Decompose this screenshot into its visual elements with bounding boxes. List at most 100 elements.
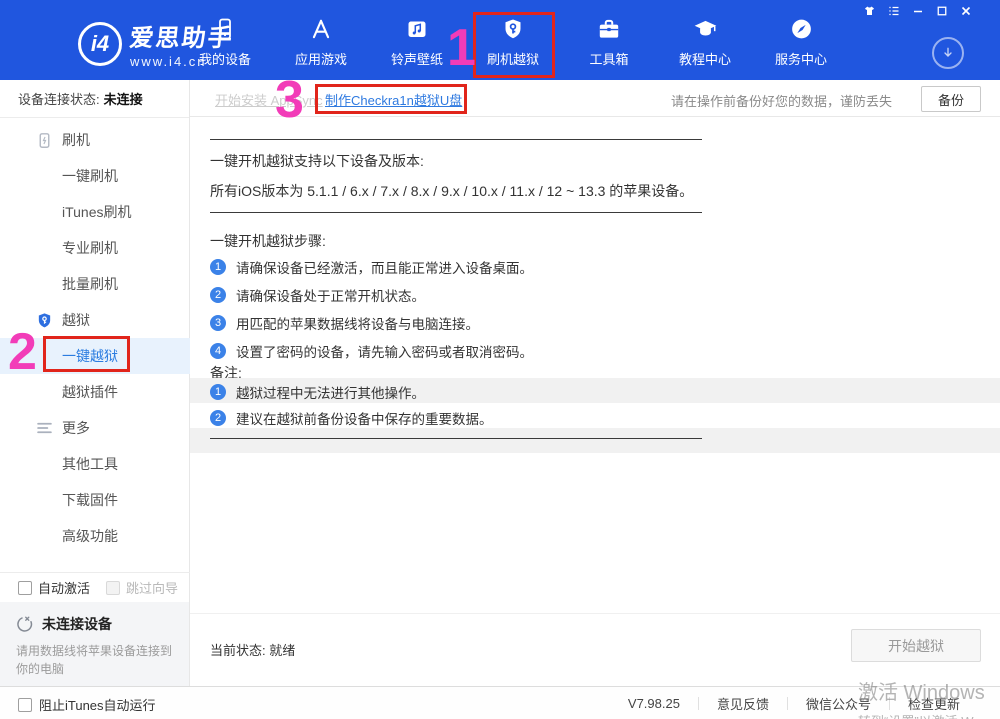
note-text: 建议在越狱前备份设备中保存的重要数据。 <box>236 408 493 428</box>
step-row: 2 请确保设备处于正常开机状态。 <box>210 285 425 305</box>
sidebar-item-label: 批量刷机 <box>62 274 118 294</box>
note-number-badge: 1 <box>210 384 226 400</box>
ringtone-icon <box>405 14 429 44</box>
step-text: 用匹配的苹果数据线将设备与电脑连接。 <box>236 313 479 333</box>
theme-skin-icon[interactable] <box>861 3 878 18</box>
note-text: 越狱过程中无法进行其他操作。 <box>236 382 425 402</box>
sidebar-item-one-click-jailbreak[interactable]: 一键越狱 <box>0 338 190 374</box>
step-text: 请确保设备已经激活，而且能正常进入设备桌面。 <box>236 257 533 277</box>
sidebar-item-other-tools[interactable]: 其他工具 <box>0 446 190 482</box>
version-text: V7.98.25 <box>628 696 680 711</box>
check-update-link[interactable]: 检查更新 <box>908 694 960 713</box>
content-tabbar: 开始安装 AppSync 制作Checkra1n越狱U盘 请在操作前备份好您的数… <box>190 80 1000 117</box>
header-bar: i4 爱思助手 www.i4.cn 我的设备 应用游戏 <box>0 0 1000 80</box>
nav-label: 应用游戏 <box>295 49 347 68</box>
auto-activate-label: 自动激活 <box>38 578 90 597</box>
start-jailbreak-button[interactable]: 开始越狱 <box>851 629 981 662</box>
sidebar-item-label: 一键刷机 <box>62 166 118 186</box>
current-status-label: 当前状态: <box>210 643 266 658</box>
support-detail: 所有iOS版本为 5.1.1 / 6.x / 7.x / 8.x / 9.x /… <box>210 181 693 201</box>
device-panel: 未连接设备 请用数据线将苹果设备连接到你的电脑 <box>0 602 189 686</box>
nav-label: 工具箱 <box>589 49 628 68</box>
divider-line <box>210 139 702 140</box>
tab-install-appsync[interactable]: 开始安装 AppSync <box>215 90 323 109</box>
sidebar-item-label: 下载固件 <box>62 490 118 510</box>
sidebar-item-itunes-flash[interactable]: iTunes刷机 <box>0 194 190 230</box>
toolbox-icon <box>596 14 622 44</box>
nav-tab-flash-jailbreak[interactable]: 刷机越狱 <box>465 14 561 74</box>
skip-wizard-label: 跳过向导 <box>126 578 178 597</box>
auto-activate-checkbox[interactable]: 自动激活 <box>18 578 90 597</box>
sidebar-item-batch-flash[interactable]: 批量刷机 <box>0 266 190 302</box>
step-text: 设置了密码的设备，请先输入密码或者取消密码。 <box>236 341 533 361</box>
close-icon[interactable] <box>957 3 974 18</box>
checkbox-icon <box>18 698 32 712</box>
current-status-value: 就绪 <box>269 643 295 658</box>
note-number-badge: 2 <box>210 410 226 426</box>
sidebar-item-label: 专业刷机 <box>62 238 118 258</box>
step-row: 1 请确保设备已经激活，而且能正常进入设备桌面。 <box>210 257 533 277</box>
backup-warning-text: 请在操作前备份好您的数据，谨防丢失 <box>671 91 892 110</box>
download-manager-button[interactable] <box>932 37 964 69</box>
sidebar: 设备连接状态: 未连接 刷机 一键刷机 iTunes刷机 专业刷机 批量刷机 <box>0 80 190 686</box>
main-nav: 我的设备 应用游戏 铃声壁纸 <box>177 14 849 74</box>
step-number-badge: 2 <box>210 287 226 303</box>
shield-key-blue-icon <box>34 310 54 330</box>
sidebar-item-label: 一键越狱 <box>62 346 118 366</box>
block-itunes-checkbox[interactable]: 阻止iTunes自动运行 <box>18 695 156 714</box>
device-connection-status: 设备连接状态: 未连接 <box>0 80 189 118</box>
nav-tab-toolbox[interactable]: 工具箱 <box>561 14 657 74</box>
nav-tab-tutorial-center[interactable]: 教程中心 <box>657 14 753 74</box>
menu-list-icon[interactable] <box>885 3 902 18</box>
sidebar-item-label: 更多 <box>62 418 90 438</box>
download-arrow-icon <box>940 45 956 61</box>
device-panel-title: 未连接设备 <box>42 614 112 634</box>
footer-links: V7.98.25 意见反馈 微信公众号 检查更新 <box>628 687 960 719</box>
nav-label: 服务中心 <box>775 49 827 68</box>
sidebar-options: 自动激活 跳过向导 <box>0 572 190 602</box>
sidebar-item-jailbreak[interactable]: 越狱 <box>0 302 190 338</box>
maximize-icon[interactable] <box>933 3 950 18</box>
sidebar-item-download-firmware[interactable]: 下载固件 <box>0 482 190 518</box>
phone-flash-icon <box>34 130 54 150</box>
minimize-icon[interactable] <box>909 3 926 18</box>
sidebar-item-pro-flash[interactable]: 专业刷机 <box>0 230 190 266</box>
sidebar-item-label: 其他工具 <box>62 454 118 474</box>
feedback-link[interactable]: 意见反馈 <box>717 694 769 713</box>
step-number-badge: 1 <box>210 259 226 275</box>
nav-tab-my-devices[interactable]: 我的设备 <box>177 14 273 74</box>
device-panel-description: 请用数据线将苹果设备连接到你的电脑 <box>16 642 175 678</box>
note-row: 1 越狱过程中无法进行其他操作。 <box>210 382 425 402</box>
nav-tab-service-center[interactable]: 服务中心 <box>753 14 849 74</box>
sidebar-item-label: 越狱 <box>62 310 90 330</box>
step-row: 3 用匹配的苹果数据线将设备与电脑连接。 <box>210 313 479 333</box>
step-number-badge: 4 <box>210 343 226 359</box>
sidebar-item-more[interactable]: 更多 <box>0 410 190 446</box>
step-row: 4 设置了密码的设备，请先输入密码或者取消密码。 <box>210 341 533 361</box>
sidebar-item-one-click-flash[interactable]: 一键刷机 <box>0 158 190 194</box>
sidebar-item-label: iTunes刷机 <box>62 202 132 222</box>
steps-title: 一键开机越狱步骤: <box>210 231 326 251</box>
current-status: 当前状态: 就绪 <box>210 640 295 659</box>
sidebar-item-flash[interactable]: 刷机 <box>0 122 190 158</box>
divider <box>698 697 699 710</box>
sidebar-item-advanced-features[interactable]: 高级功能 <box>0 518 190 554</box>
nav-tab-ringtones-wallpapers[interactable]: 铃声壁纸 <box>369 14 465 74</box>
skip-wizard-checkbox[interactable]: 跳过向导 <box>106 578 178 597</box>
sidebar-item-label: 刷机 <box>62 130 90 150</box>
support-title: 一键开机越狱支持以下设备及版本: <box>210 151 424 171</box>
nav-label: 我的设备 <box>199 49 251 68</box>
connection-status-value: 未连接 <box>104 89 143 108</box>
step-number-badge: 3 <box>210 315 226 331</box>
backup-button[interactable]: 备份 <box>921 86 981 112</box>
phone-icon <box>213 14 237 44</box>
sidebar-item-label: 越狱插件 <box>62 382 118 402</box>
note-row-background <box>190 428 1000 453</box>
sidebar-item-jailbreak-plugins[interactable]: 越狱插件 <box>0 374 190 410</box>
tab-make-checkra1n-usb[interactable]: 制作Checkra1n越狱U盘 <box>325 90 462 109</box>
wechat-account-link[interactable]: 微信公众号 <box>806 694 871 713</box>
menu-lines-icon <box>34 418 54 438</box>
checkbox-icon <box>106 581 120 595</box>
nav-tab-apps-games[interactable]: 应用游戏 <box>273 14 369 74</box>
logo-badge-icon: i4 <box>78 22 122 66</box>
